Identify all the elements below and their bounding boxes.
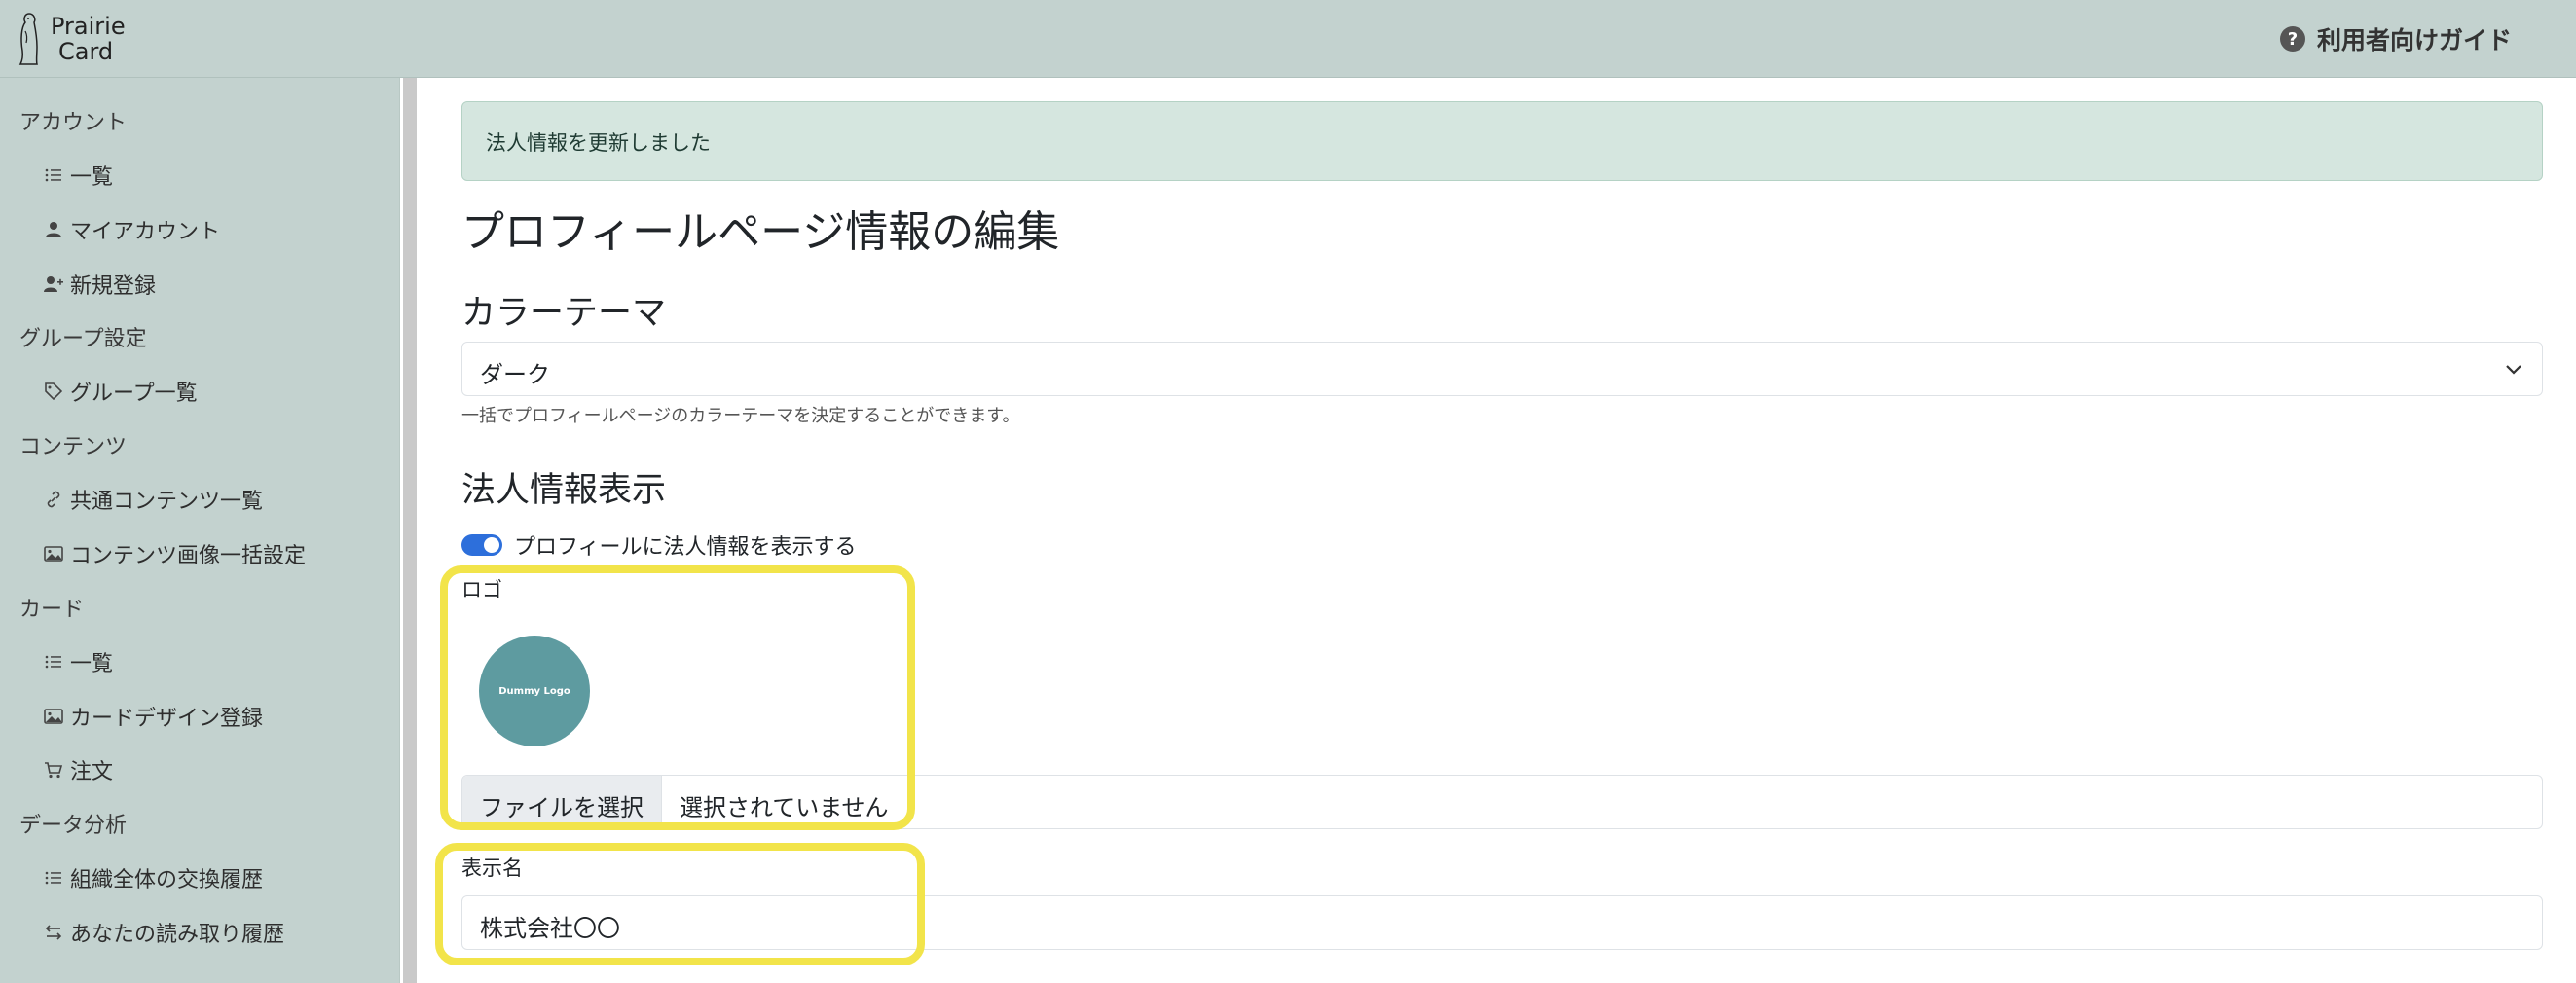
sidebar-item-exchange-history[interactable]: 組織全体の交換履歴 (43, 862, 263, 893)
help-circle-icon: ? (2279, 26, 2305, 52)
sidebar-section-analytics: データ分析 (19, 814, 128, 838)
arrows-swap-icon (43, 922, 64, 943)
page-title: プロフィールページ情報の編集 (461, 207, 1060, 257)
sidebar-item-label: マイアカウント (70, 220, 221, 244)
sidebar-item-group-list[interactable]: グループ一覧 (43, 376, 198, 407)
sidebar-scrollbar[interactable] (403, 78, 417, 983)
image-icon (43, 543, 64, 564)
person-icon (43, 219, 64, 240)
list-icon (43, 651, 64, 673)
chevron-down-icon (2506, 365, 2521, 375)
link-icon (43, 489, 64, 510)
sidebar-item-label: コンテンツ画像一括設定 (70, 544, 307, 568)
image-icon (43, 706, 64, 727)
show-corporate-info-toggle[interactable] (461, 534, 502, 556)
brand-logo[interactable]: Prairie Card (16, 10, 126, 68)
list-icon (43, 164, 64, 186)
user-guide-link[interactable]: ? 利用者向けガイド (2279, 21, 2512, 56)
brand-name-line2: Card (58, 38, 114, 65)
sidebar-item-my-account[interactable]: マイアカウント (43, 214, 220, 245)
sidebar-item-order[interactable]: 注文 (43, 754, 113, 785)
sidebar-item-label: カードデザイン登録 (70, 707, 264, 731)
sidebar-section-contents: コンテンツ (19, 435, 128, 459)
tag-icon (43, 381, 64, 402)
sidebar-section-card: カード (19, 598, 85, 622)
toggle-knob (484, 537, 499, 553)
corporate-info-heading: 法人情報表示 (461, 471, 667, 510)
sidebar-item-label: 一覧 (70, 165, 114, 190)
brand-name-line1: Prairie (51, 13, 126, 40)
sidebar-item-label: 共通コンテンツ一覧 (70, 490, 264, 514)
sidebar-item-card-design[interactable]: カードデザイン登録 (43, 701, 263, 732)
sidebar-item-common-contents[interactable]: 共通コンテンツ一覧 (43, 484, 263, 515)
sidebar-section-account: アカウント (19, 111, 128, 135)
sidebar-item-content-images[interactable]: コンテンツ画像一括設定 (43, 538, 306, 569)
color-theme-heading: カラーテーマ (461, 294, 667, 333)
sidebar-item-label: あなたの読み取り履歴 (70, 923, 285, 947)
list-icon (43, 867, 64, 889)
person-add-icon (43, 273, 64, 295)
sidebar-item-card-list[interactable]: 一覧 (43, 646, 113, 677)
sidebar-item-label: 組織全体の交換履歴 (70, 868, 264, 892)
color-theme-help-text: 一括でプロフィールページのカラーテーマを決定することができます。 (461, 406, 1020, 426)
sidebar-item-label: 一覧 (70, 652, 114, 676)
sidebar-item-label: 新規登録 (70, 274, 157, 299)
sidebar-item-label: 注文 (70, 760, 114, 784)
display-name-highlight-box (435, 843, 925, 965)
sidebar-section-group: グループ設定 (19, 327, 147, 351)
top-navbar: Prairie Card ? 利用者向けガイド (0, 0, 2576, 78)
prairie-dog-icon (18, 13, 38, 65)
user-guide-label: 利用者向けガイド (2316, 26, 2512, 55)
show-corporate-info-label: プロフィールに法人情報を表示する (514, 535, 857, 560)
sidebar-item-register[interactable]: 新規登録 (43, 269, 156, 300)
cart-icon (43, 759, 64, 781)
sidebar-item-label: グループ一覧 (70, 382, 198, 406)
show-corporate-info-toggle-row: プロフィールに法人情報を表示する (461, 529, 857, 561)
logo-highlight-box (440, 565, 915, 830)
success-alert: 法人情報を更新しました (461, 101, 2543, 181)
sidebar-item-account-list[interactable]: 一覧 (43, 160, 113, 191)
color-theme-select[interactable]: ダーク (461, 342, 2543, 396)
sidebar-item-read-history[interactable]: あなたの読み取り履歴 (43, 917, 284, 948)
color-theme-selected-value: ダーク (480, 361, 550, 388)
